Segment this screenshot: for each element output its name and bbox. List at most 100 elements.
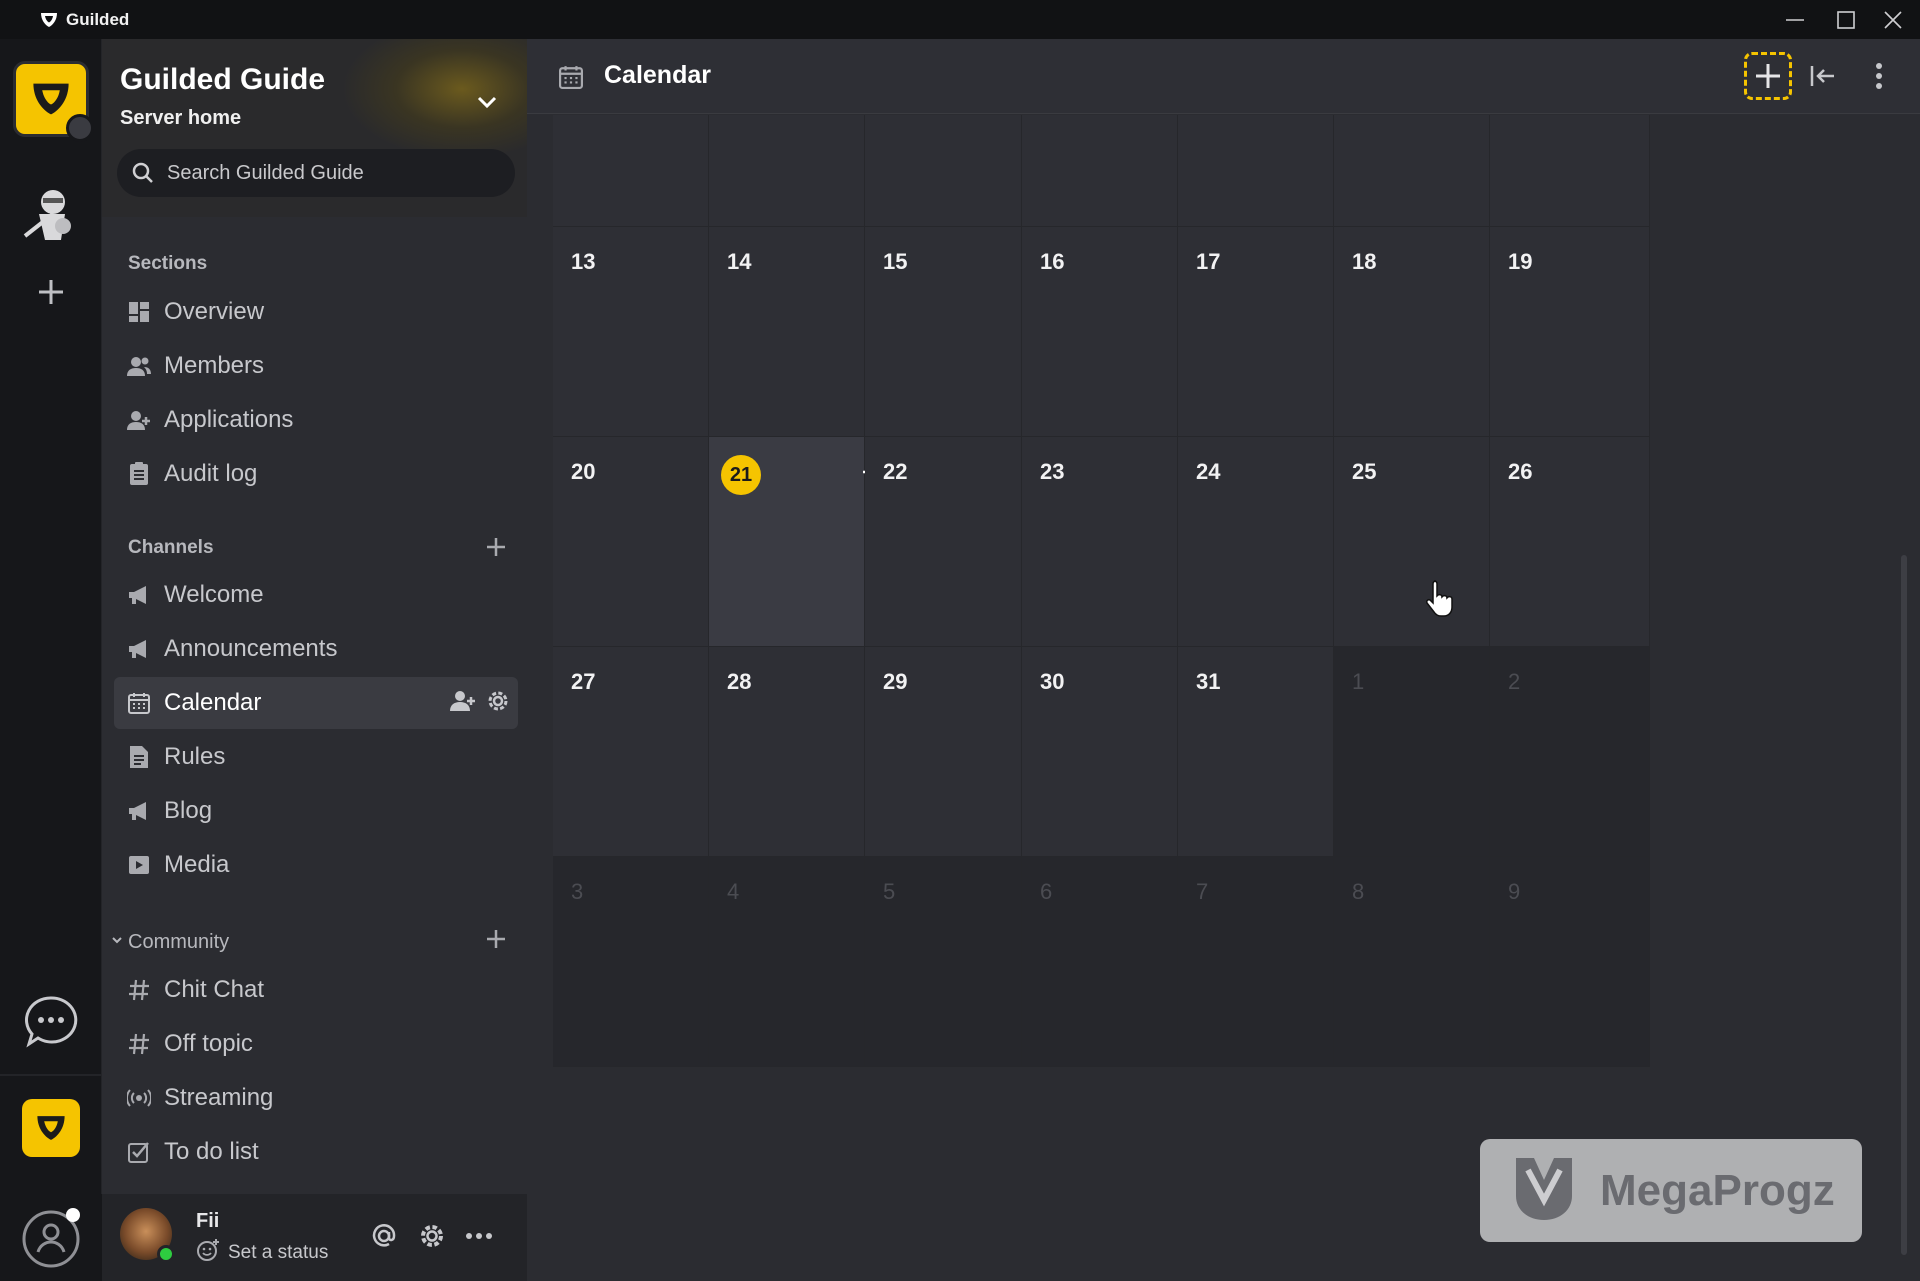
channel-item-announcements[interactable]: Announcements <box>114 623 518 675</box>
avatar[interactable] <box>120 1208 175 1263</box>
audit-log-icon <box>126 461 152 487</box>
minimize-button[interactable] <box>1772 0 1818 39</box>
server-header[interactable]: Guilded Guide Server home Search Guilded… <box>102 39 527 217</box>
calendar-day-cell[interactable]: 21 <box>709 437 881 647</box>
channel-settings-gear-icon[interactable] <box>486 689 510 718</box>
server-icon-knight[interactable] <box>14 179 88 253</box>
friends-icon[interactable] <box>20 1208 82 1270</box>
calendar-day-cell[interactable]: 29 <box>865 647 1022 857</box>
overview-icon <box>126 299 152 325</box>
collapse-panel-button[interactable] <box>1799 52 1847 100</box>
calendar-day-cell[interactable]: 1 <box>1334 647 1490 857</box>
calendar-day-cell[interactable] <box>709 115 865 227</box>
notification-dot-icon <box>66 1208 80 1222</box>
calendar-day-cell[interactable] <box>1490 115 1650 227</box>
maximize-button[interactable] <box>1823 0 1869 39</box>
calendar-day-cell[interactable] <box>865 115 1022 227</box>
announcement-icon <box>126 636 152 662</box>
calendar-day-cell[interactable]: 22 <box>865 437 1022 647</box>
calendar-day-cell[interactable]: 15 <box>865 227 1022 437</box>
search-input[interactable]: Search Guilded Guide <box>117 149 515 197</box>
calendar-day-cell[interactable]: 6 <box>1022 857 1178 1067</box>
calendar-day-number: 26 <box>1508 459 1533 484</box>
calendar-day-cell[interactable]: 19 <box>1490 227 1650 437</box>
calendar-icon <box>559 65 583 94</box>
sidebar-item-overview[interactable]: Overview <box>114 286 518 338</box>
add-community-channel-icon[interactable] <box>482 925 510 953</box>
channel-item-welcome[interactable]: Welcome <box>114 569 518 621</box>
calendar-day-cell[interactable]: 9 <box>1490 857 1650 1067</box>
channel-item-calendar[interactable]: Calendar <box>114 677 518 729</box>
channel-item-chit-chat[interactable]: Chit Chat <box>114 964 518 1016</box>
channel-item-off-topic[interactable]: Off topic <box>114 1018 518 1070</box>
channel-sidebar: Guilded Guide Server home Search Guilded… <box>102 39 527 1194</box>
mouse-cursor-icon <box>1425 579 1455 622</box>
calendar-day-cell[interactable] <box>553 115 709 227</box>
calendar-day-cell[interactable]: 31 <box>1178 647 1334 857</box>
channel-item-to-do-list[interactable]: To do list <box>114 1126 518 1178</box>
more-options-icon[interactable] <box>464 1222 494 1255</box>
channel-item-streaming[interactable]: Streaming <box>114 1072 518 1124</box>
sections-heading: Sections <box>128 253 208 274</box>
calendar-day-cell[interactable]: 30 <box>1022 647 1178 857</box>
add-channel-icon[interactable] <box>482 533 510 561</box>
calendar-day-number: 22 <box>883 459 908 484</box>
chevron-down-icon[interactable] <box>472 87 502 117</box>
sidebar-item-audit-log[interactable]: Audit log <box>114 448 518 500</box>
calendar-day-cell[interactable]: 28 <box>709 647 865 857</box>
guilded-app: Guilded Guilded Guide Server home Search… <box>0 0 1920 1281</box>
channel-item-media[interactable]: Media <box>114 839 518 891</box>
announcement-icon <box>126 798 152 824</box>
community-group-header[interactable]: Community <box>110 927 229 957</box>
calendar-day-number: 5 <box>883 879 896 904</box>
server-badge-icon <box>66 114 94 142</box>
mentions-icon[interactable] <box>370 1222 398 1255</box>
calendar-day-cell[interactable]: 17 <box>1178 227 1334 437</box>
calendar-day-cell[interactable] <box>1022 115 1178 227</box>
title-bar: Guilded <box>0 0 1920 39</box>
calendar-day-cell[interactable]: 26 <box>1490 437 1650 647</box>
calendar-day-cell[interactable]: 8 <box>1334 857 1490 1067</box>
invite-user-icon[interactable] <box>450 689 476 718</box>
doc-icon <box>126 744 152 770</box>
direct-messages-button[interactable] <box>14 985 88 1059</box>
calendar-day-cell[interactable]: 16 <box>1022 227 1178 437</box>
page-title: Calendar <box>604 61 711 89</box>
channel-item-rules[interactable]: Rules <box>114 731 518 783</box>
calendar-day-cell[interactable]: 4 <box>709 857 865 1067</box>
calendar-day-cell[interactable]: 7 <box>1178 857 1334 1067</box>
calendar-day-number: 29 <box>883 669 908 694</box>
calendar-day-cell[interactable]: 24 <box>1178 437 1334 647</box>
sidebar-item-applications[interactable]: Applications <box>114 394 518 446</box>
calendar-day-cell[interactable]: 5 <box>865 857 1022 1067</box>
channel-item-blog[interactable]: Blog <box>114 785 518 837</box>
calendar-day-number: 7 <box>1196 879 1209 904</box>
calendar-day-cell[interactable]: 20 <box>553 437 709 647</box>
calendar-scrollbar[interactable] <box>1893 115 1913 1265</box>
calendar-day-cell[interactable]: 23 <box>1022 437 1178 647</box>
add-server-button[interactable] <box>14 255 88 329</box>
vertical-dots-icon <box>1876 63 1882 89</box>
sidebar-item-label: Overview <box>164 298 265 325</box>
applications-icon <box>126 407 152 433</box>
calendar-day-cell[interactable]: 27 <box>553 647 709 857</box>
set-status-button[interactable]: Set a status <box>196 1238 328 1267</box>
more-options-button[interactable] <box>1855 52 1903 100</box>
window-title: Guilded <box>66 9 130 29</box>
close-button[interactable] <box>1870 0 1916 39</box>
calendar-day-cell[interactable]: 13 <box>553 227 709 437</box>
calendar-day-cell[interactable]: 18 <box>1334 227 1490 437</box>
add-event-button[interactable] <box>1744 52 1792 100</box>
calendar-day-cell[interactable]: 3 <box>553 857 709 1067</box>
calendar-day-cell[interactable]: 2 <box>1490 647 1650 857</box>
server-icon-guilded-guide[interactable] <box>13 61 94 142</box>
user-settings-gear-icon[interactable] <box>418 1222 446 1255</box>
sidebar-item-members[interactable]: Members <box>114 340 518 392</box>
channel-label: Media <box>164 851 230 878</box>
calendar-day-cell[interactable]: 14 <box>709 227 865 437</box>
calendar-day-cell[interactable] <box>1334 115 1490 227</box>
scrollbar-thumb[interactable] <box>1901 555 1907 1255</box>
calendar-day-cell[interactable]: 25 <box>1334 437 1490 647</box>
calendar-day-cell[interactable] <box>1178 115 1334 227</box>
guilded-home-button[interactable] <box>22 1099 80 1157</box>
